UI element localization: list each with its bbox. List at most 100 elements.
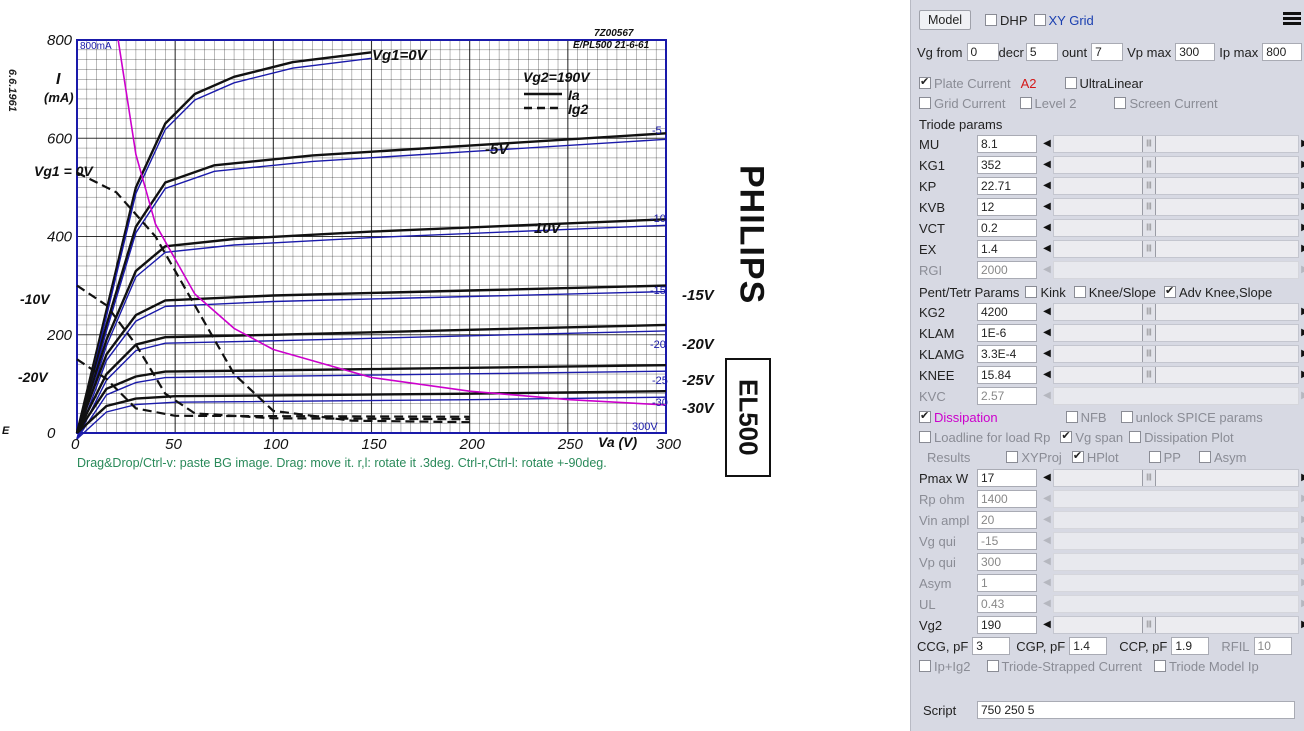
slider-right-arrow-icon[interactable]: ▶ <box>1299 135 1304 153</box>
slider-right-arrow-icon[interactable]: ▶ <box>1299 387 1304 405</box>
slider-right-arrow-icon[interactable]: ▶ <box>1299 261 1304 279</box>
param-input[interactable]: 20 <box>977 511 1037 529</box>
slider-right-arrow-icon[interactable]: ▶ <box>1299 219 1304 237</box>
param-input[interactable]: 0.43 <box>977 595 1037 613</box>
nfb-checkbox[interactable] <box>1065 411 1078 423</box>
decr-input[interactable]: 5 <box>1025 43 1058 61</box>
model-button[interactable]: Model <box>919 10 972 30</box>
xyproj-checkbox[interactable] <box>1006 451 1019 463</box>
dissipation-checkbox[interactable] <box>919 409 931 423</box>
slider-right-arrow-icon[interactable]: ▶ <box>1299 553 1304 571</box>
ultralinear-checkbox[interactable] <box>1064 77 1077 89</box>
slider-thumb[interactable]: ||| <box>1142 199 1156 215</box>
slider-right-arrow-icon[interactable]: ▶ <box>1299 156 1304 174</box>
level2-checkbox[interactable] <box>1019 97 1032 109</box>
slider-left-arrow-icon[interactable]: ◀ <box>1041 240 1053 258</box>
slider-thumb[interactable]: ||| <box>1142 470 1156 486</box>
slider-thumb[interactable]: ||| <box>1142 136 1156 152</box>
param-slider[interactable]: ◀▶ <box>1041 261 1304 279</box>
param-input[interactable]: 17 <box>977 469 1037 487</box>
plate-current-checkbox[interactable] <box>919 75 931 89</box>
param-input[interactable]: 1E-6 <box>977 324 1037 342</box>
slider-left-arrow-icon[interactable]: ◀ <box>1041 574 1053 592</box>
param-slider[interactable]: ◀ ||| ▶ <box>1041 469 1304 487</box>
slider-track[interactable] <box>1053 490 1299 508</box>
slider-right-arrow-icon[interactable]: ▶ <box>1299 616 1304 634</box>
slider-thumb[interactable]: ||| <box>1142 325 1156 341</box>
slider-thumb[interactable]: ||| <box>1142 617 1156 633</box>
slider-track[interactable] <box>1053 595 1299 613</box>
param-input[interactable]: 1.4 <box>977 240 1037 258</box>
slider-track[interactable] <box>1053 532 1299 550</box>
slider-left-arrow-icon[interactable]: ◀ <box>1041 261 1053 279</box>
param-slider[interactable]: ◀ ||| ▶ <box>1041 324 1304 342</box>
adv-knee-checkbox[interactable] <box>1163 284 1176 298</box>
param-slider[interactable]: ◀▶ <box>1041 553 1304 571</box>
slider-left-arrow-icon[interactable]: ◀ <box>1041 553 1053 571</box>
slider-track[interactable] <box>1053 553 1299 571</box>
count-input[interactable]: 7 <box>1091 43 1124 61</box>
param-slider[interactable]: ◀ ||| ▶ <box>1041 198 1304 216</box>
param-slider[interactable]: ◀ ||| ▶ <box>1041 156 1304 174</box>
slider-track[interactable]: ||| <box>1053 324 1299 342</box>
param-slider[interactable]: ◀▶ <box>1041 595 1304 613</box>
param-input[interactable]: 352 <box>977 156 1037 174</box>
slider-left-arrow-icon[interactable]: ◀ <box>1041 198 1053 216</box>
slider-track[interactable]: ||| <box>1053 177 1299 195</box>
slider-left-arrow-icon[interactable]: ◀ <box>1041 219 1053 237</box>
param-slider[interactable]: ◀ ||| ▶ <box>1041 177 1304 195</box>
param-input[interactable]: 8.1 <box>977 135 1037 153</box>
param-input[interactable]: 2.57 <box>977 387 1037 405</box>
loadline-checkbox[interactable] <box>919 431 931 443</box>
param-input[interactable]: 300 <box>977 553 1037 571</box>
slider-right-arrow-icon[interactable]: ▶ <box>1299 177 1304 195</box>
param-slider[interactable]: ◀▶ <box>1041 490 1304 508</box>
param-input[interactable]: 2000 <box>977 261 1037 279</box>
knee-slope-checkbox[interactable] <box>1073 286 1086 298</box>
slider-track[interactable] <box>1053 511 1299 529</box>
param-slider[interactable]: ◀▶ <box>1041 511 1304 529</box>
slider-right-arrow-icon[interactable]: ▶ <box>1299 366 1304 384</box>
slider-left-arrow-icon[interactable]: ◀ <box>1041 177 1053 195</box>
rfil-input[interactable]: 10 <box>1253 637 1292 655</box>
slider-left-arrow-icon[interactable]: ◀ <box>1041 156 1053 174</box>
ip-ig2-checkbox[interactable] <box>919 660 931 672</box>
param-slider[interactable]: ◀▶ <box>1041 574 1304 592</box>
param-input[interactable]: 1 <box>977 574 1037 592</box>
script-input[interactable]: 750 250 5 <box>977 701 1295 719</box>
dhp-checkbox[interactable] <box>985 14 998 26</box>
slider-right-arrow-icon[interactable]: ▶ <box>1299 490 1304 508</box>
slider-left-arrow-icon[interactable]: ◀ <box>1041 387 1053 405</box>
param-input[interactable]: 190 <box>977 616 1037 634</box>
slider-thumb[interactable]: ||| <box>1142 304 1156 320</box>
slider-left-arrow-icon[interactable]: ◀ <box>1041 324 1053 342</box>
grid-current-checkbox[interactable] <box>919 97 931 109</box>
asym-checkbox[interactable] <box>1198 451 1211 463</box>
ccg-input[interactable]: 3 <box>972 637 1011 655</box>
slider-left-arrow-icon[interactable]: ◀ <box>1041 469 1053 487</box>
param-input[interactable]: 15.84 <box>977 366 1037 384</box>
param-input[interactable]: 3.3E-4 <box>977 345 1037 363</box>
slider-track[interactable]: ||| <box>1053 469 1299 487</box>
param-slider[interactable]: ◀ ||| ▶ <box>1041 303 1304 321</box>
vpmax-input[interactable]: 300 <box>1175 43 1216 61</box>
triode-model-ip-checkbox[interactable] <box>1153 660 1166 672</box>
vg-from-input[interactable]: 0 <box>966 43 999 61</box>
hplot-checkbox[interactable] <box>1071 449 1084 463</box>
slider-thumb[interactable]: ||| <box>1142 241 1156 257</box>
slider-left-arrow-icon[interactable]: ◀ <box>1041 511 1053 529</box>
param-slider[interactable]: ◀▶ <box>1041 387 1304 405</box>
ccp-input[interactable]: 1.9 <box>1171 637 1210 655</box>
slider-thumb[interactable]: ||| <box>1142 367 1156 383</box>
screen-current-checkbox[interactable] <box>1114 97 1127 109</box>
param-slider[interactable]: ◀▶ <box>1041 532 1304 550</box>
slider-track[interactable] <box>1053 387 1299 405</box>
slider-track[interactable]: ||| <box>1053 240 1299 258</box>
slider-track[interactable]: ||| <box>1053 198 1299 216</box>
dissipation-plot-checkbox[interactable] <box>1129 431 1142 443</box>
slider-left-arrow-icon[interactable]: ◀ <box>1041 616 1053 634</box>
slider-track[interactable] <box>1053 574 1299 592</box>
menu-icon[interactable] <box>1283 10 1301 28</box>
slider-left-arrow-icon[interactable]: ◀ <box>1041 490 1053 508</box>
param-input[interactable]: 12 <box>977 198 1037 216</box>
